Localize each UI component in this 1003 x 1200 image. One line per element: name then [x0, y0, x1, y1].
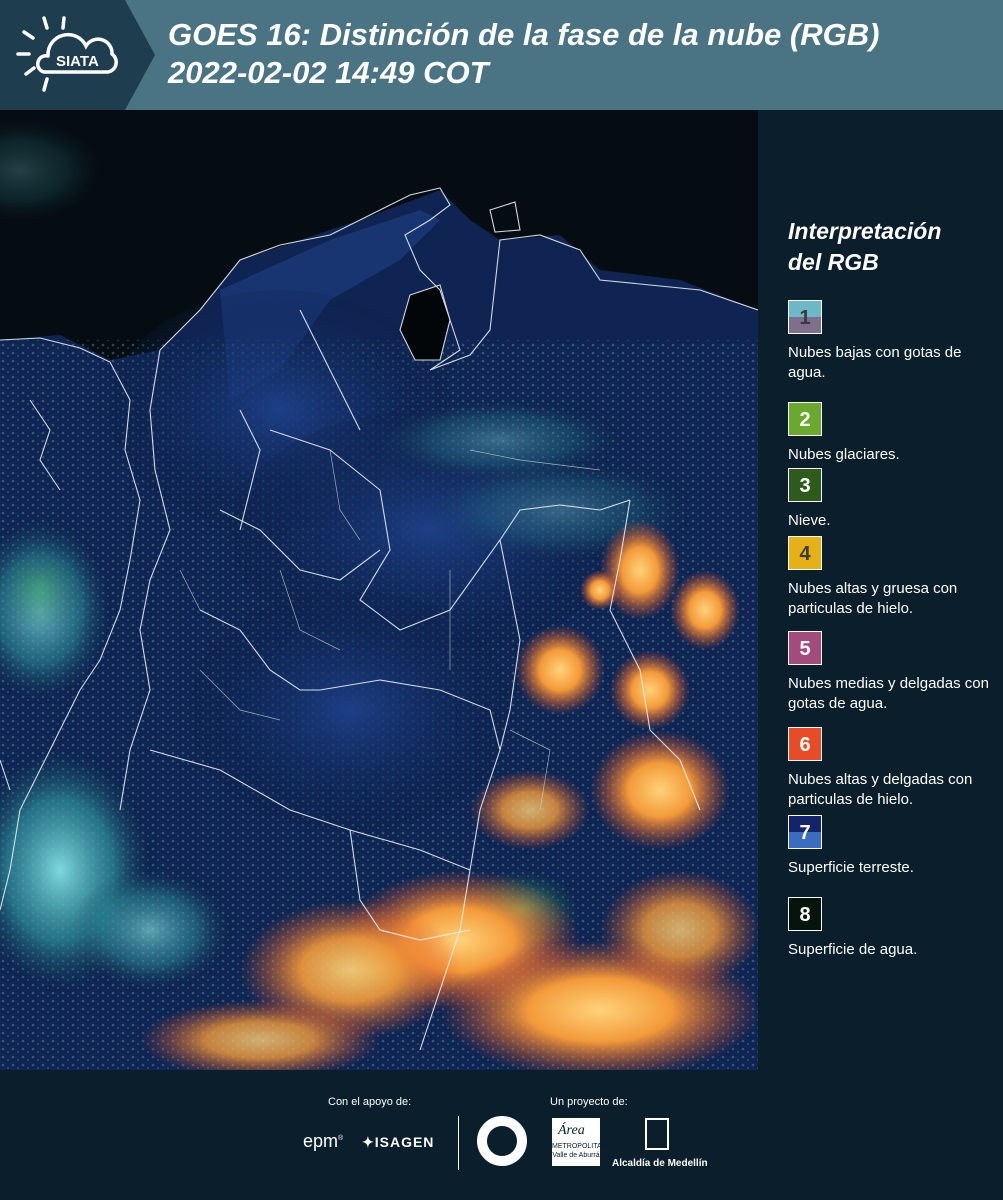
legend-swatch: 6: [788, 727, 822, 761]
project-label: Un proyecto de:: [550, 1096, 628, 1108]
legend-item-label: Nubes bajas con gotas de agua.: [788, 344, 962, 381]
legend-swatch-number: 3: [799, 475, 811, 497]
footer-divider: [458, 1116, 459, 1170]
legend-item-2: 2 Nubes glaciares.: [788, 402, 1000, 465]
legend-swatch-number: 8: [799, 904, 811, 926]
medellin-seal-logo: [477, 1116, 527, 1166]
legend-item-label: Superficie de agua.: [788, 941, 918, 958]
page-title: GOES 16: Distinción de la fase de la nub…: [168, 17, 880, 90]
epm-logo: epm®: [303, 1131, 343, 1152]
legend-item-5: 5 Nubes medias y delgadas con gotas de ag…: [788, 631, 1000, 714]
legend-swatch: 8: [788, 897, 822, 931]
legend-swatch-number: 7: [799, 822, 811, 844]
legend-swatch: 4: [788, 536, 822, 570]
legend-item-3: 3 Nieve.: [788, 468, 1000, 531]
legend-item-label: Superficie terreste.: [788, 859, 914, 876]
siata-logo: SIATA: [16, 16, 118, 92]
legend-item-8: 8 Superficie de agua.: [788, 897, 1000, 960]
legend-panel: Interpretación del RGB 1 Nubes bajas con …: [760, 110, 1003, 1070]
legend-swatch: 2: [788, 402, 822, 436]
legend-item-6: 6 Nubes altas y delgadas con particulas d…: [788, 727, 1000, 810]
legend-title: Interpretación del RGB: [788, 218, 942, 275]
legend-item-label: Nieve.: [788, 512, 831, 529]
legend-item-label: Nubes altas y delgadas con particulas de…: [788, 771, 973, 808]
legend-swatch-number: 1: [799, 307, 811, 329]
epm-logo-text: epm: [303, 1131, 339, 1151]
legend-swatch-number: 6: [799, 734, 811, 756]
legend-swatch: 1: [788, 300, 822, 334]
satellite-image: [0, 110, 758, 1070]
satellite-map[interactable]: [0, 110, 758, 1070]
area-logo-text: METROPOLITANA Valle de Aburrá: [552, 1143, 612, 1159]
legend-swatch: 7: [788, 815, 822, 849]
isagen-logo-text: ISAGEN: [374, 1134, 435, 1150]
area-metropolitana-logo: Área METROPOLITANA Valle de Aburrá: [552, 1118, 611, 1166]
svg-text:SIATA: SIATA: [56, 53, 99, 70]
legend-item-label: Nubes altas y gruesa con particulas de h…: [788, 580, 958, 617]
epm-reg-mark: ®: [338, 1135, 344, 1142]
legend-swatch-number: 5: [799, 638, 811, 660]
area-logo-script: Área: [558, 1123, 585, 1138]
legend-swatch-number: 2: [799, 409, 811, 431]
legend-swatch: 5: [788, 631, 822, 665]
legend-item-label: Nubes glaciares.: [788, 446, 900, 463]
alcaldia-emblem-icon: [645, 1118, 669, 1150]
legend-swatch-number: 4: [799, 543, 811, 565]
footer: Con el apoyo de: Un proyecto de: epm® ✦I…: [0, 1070, 1003, 1200]
legend-item-7: 7 Superficie terreste.: [788, 815, 1000, 878]
legend-item-1: 1 Nubes bajas con gotas de agua.: [788, 300, 1000, 383]
alcaldia-logo-text: Alcaldía de Medellín: [612, 1158, 708, 1169]
isagen-logo: ✦ISAGEN: [362, 1134, 435, 1150]
legend-item-label: Nubes medias y delgadas con gotas de agu…: [788, 675, 989, 712]
legend-swatch: 3: [788, 468, 822, 502]
support-label: Con el apoyo de:: [328, 1096, 412, 1108]
header-bar: SIATA GOES 16: Distinción de la fase de …: [0, 0, 1003, 110]
legend-item-4: 4 Nubes altas y gruesa con particulas de …: [788, 536, 1000, 619]
